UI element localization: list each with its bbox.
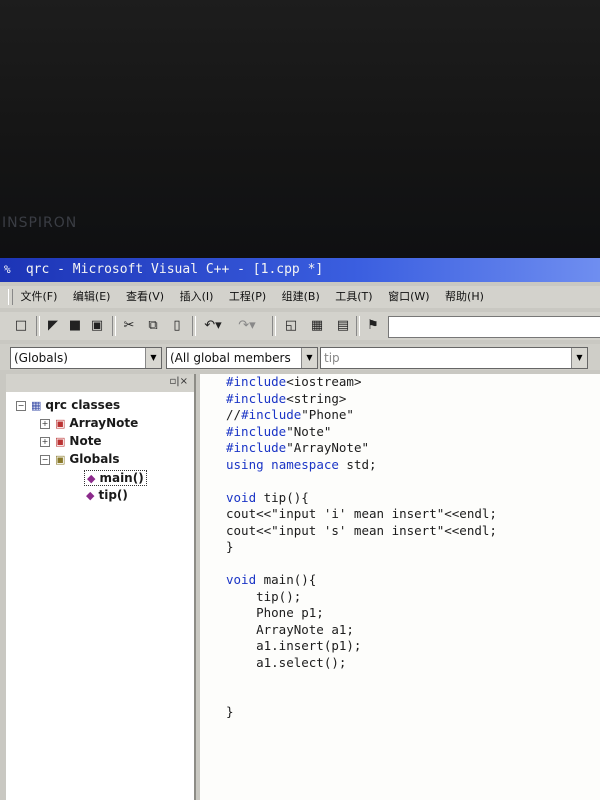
menu-project[interactable]: 工程(P) [229,290,266,303]
find-input[interactable] [388,316,600,338]
menu-bar: 文件(F) 编辑(E) 查看(V) 插入(I) 工程(P) 组建(B) 工具(T… [0,286,600,308]
code-line[interactable]: a1.select(); [226,655,497,672]
wizard-bar: (Globals) ▼ (All global members ▼ tip ▼ [0,344,600,370]
code-line[interactable]: #include<iostream> [226,374,497,391]
find-in-files-icon[interactable]: ⚑ [364,317,382,335]
paste-icon[interactable]: ▯ [168,317,186,335]
vc-app-icon[interactable]: % [4,258,18,282]
toolbar-separator [192,316,196,336]
code-line[interactable] [226,671,497,688]
toolbar-separator [112,316,116,336]
tree-item-globals[interactable]: − ▣ Globals [40,452,120,466]
tree-item-label: Globals [69,452,120,466]
expand-icon[interactable]: + [40,436,50,447]
code-editor[interactable]: #include<iostream> #include<string>//#inc… [200,374,600,800]
tree-root[interactable]: − ▦ qrc classes [16,398,120,412]
code-line[interactable]: tip(); [226,589,497,606]
standard-toolbar: □ ◤ ■ ▣ ✂ ⧉ ▯ ↶▾ ↷▾ ◱ ▦ ▤ ⚑ [0,312,600,340]
scope-value: (Globals) [14,351,68,365]
code-line[interactable]: using namespace std; [226,457,497,474]
open-folder-icon[interactable]: ◤ [44,317,62,335]
code-line[interactable]: void tip(){ [226,490,497,507]
code-line[interactable]: #include"ArrayNote" [226,440,497,457]
screen: % qrc - Microsoft Visual C++ - [1.cpp *]… [0,258,600,800]
monitor-bezel: INSPIRON [0,0,600,258]
filter-combo[interactable]: (All global members ▼ [166,347,318,369]
menu-build[interactable]: 组建(B) [282,290,320,303]
menu-window[interactable]: 窗口(W) [388,290,429,303]
code-line[interactable]: #include"Note" [226,424,497,441]
title-bar[interactable]: % qrc - Microsoft Visual C++ - [1.cpp *] [0,258,600,282]
redo-icon[interactable]: ↷▾ [234,317,260,335]
class-icon: ▣ [55,435,66,448]
scope-combo[interactable]: (Globals) ▼ [10,347,162,369]
cut-icon[interactable]: ✂ [120,317,138,335]
menu-tools[interactable]: 工具(T) [335,290,372,303]
class-view-pane: ▫|× − ▦ qrc classes + ▣ ArrayNote + ▣ Note − ▣ G… [6,374,196,800]
save-icon[interactable]: ■ [66,317,84,335]
pane-controls[interactable]: ▫|× [169,376,188,387]
output-icon[interactable]: ▦ [308,317,326,335]
window-title: qrc - Microsoft Visual C++ - [1.cpp *] [25,262,324,277]
tree-item-main[interactable]: ◆ main() [84,470,147,486]
code-line[interactable] [226,473,497,490]
monitor-brand: INSPIRON [2,215,78,231]
code-line[interactable]: //#include"Phone" [226,407,497,424]
tree-item-label: tip() [98,488,128,502]
tree-item-tip[interactable]: ◆ tip() [86,488,128,502]
code-line[interactable]: } [226,539,497,556]
menu-file[interactable]: 文件(F) [21,290,58,303]
code-line[interactable]: cout<<"input 'i' mean insert"<<endl; [226,506,497,523]
code-line[interactable]: } [226,704,497,721]
class-icon: ▣ [55,417,66,430]
save-all-icon[interactable]: ▣ [88,317,106,335]
code-line[interactable]: Phone p1; [226,605,497,622]
menu-insert[interactable]: 插入(I) [180,290,214,303]
new-file-icon[interactable]: □ [12,317,30,335]
menubar-grip[interactable] [8,289,13,305]
code-line[interactable]: a1.insert(p1); [226,638,497,655]
function-icon: ◆ [86,489,95,502]
tree-root-label: qrc classes [45,398,121,412]
code-line[interactable]: ArrayNote a1; [226,622,497,639]
tree-item-note[interactable]: + ▣ Note [40,434,102,448]
toolbar-separator [272,316,276,336]
member-value: tip [324,351,340,365]
function-icon: ◆ [87,472,96,485]
code-line[interactable]: void main(){ [226,572,497,589]
menu-edit[interactable]: 编辑(E) [73,290,111,303]
collapse-icon[interactable]: − [16,400,26,411]
code-text[interactable]: #include<iostream> #include<string>//#inc… [226,374,497,721]
chevron-down-icon[interactable]: ▼ [145,348,161,368]
menu-help[interactable]: 帮助(H) [445,290,484,303]
tree-item-arraynote[interactable]: + ▣ ArrayNote [40,416,138,430]
toolbar-separator [356,316,360,336]
folder-icon: ▣ [55,453,66,466]
expand-icon[interactable]: + [40,418,50,429]
undo-icon[interactable]: ↶▾ [200,317,226,335]
member-combo[interactable]: tip ▼ [320,347,588,369]
code-line[interactable] [226,556,497,573]
menu-view[interactable]: 查看(V) [126,290,164,303]
filter-value: (All global members [170,351,291,365]
tree-item-label: main() [99,471,144,485]
workspace-icon[interactable]: ◱ [282,317,300,335]
code-line[interactable]: cout<<"input 's' mean insert"<<endl; [226,523,497,540]
chevron-down-icon[interactable]: ▼ [301,348,317,368]
copy-icon[interactable]: ⧉ [144,317,162,335]
tree-item-label: ArrayNote [69,416,139,430]
tree-item-label: Note [69,434,102,448]
chevron-down-icon[interactable]: ▼ [571,348,587,368]
collapse-icon[interactable]: − [40,454,50,465]
code-line[interactable]: #include<string> [226,391,497,408]
project-icon: ▦ [31,399,42,412]
toolbar-separator [36,316,40,336]
window-list-icon[interactable]: ▤ [334,317,352,335]
pane-header: ▫|× [6,374,194,392]
code-line[interactable] [226,688,497,705]
